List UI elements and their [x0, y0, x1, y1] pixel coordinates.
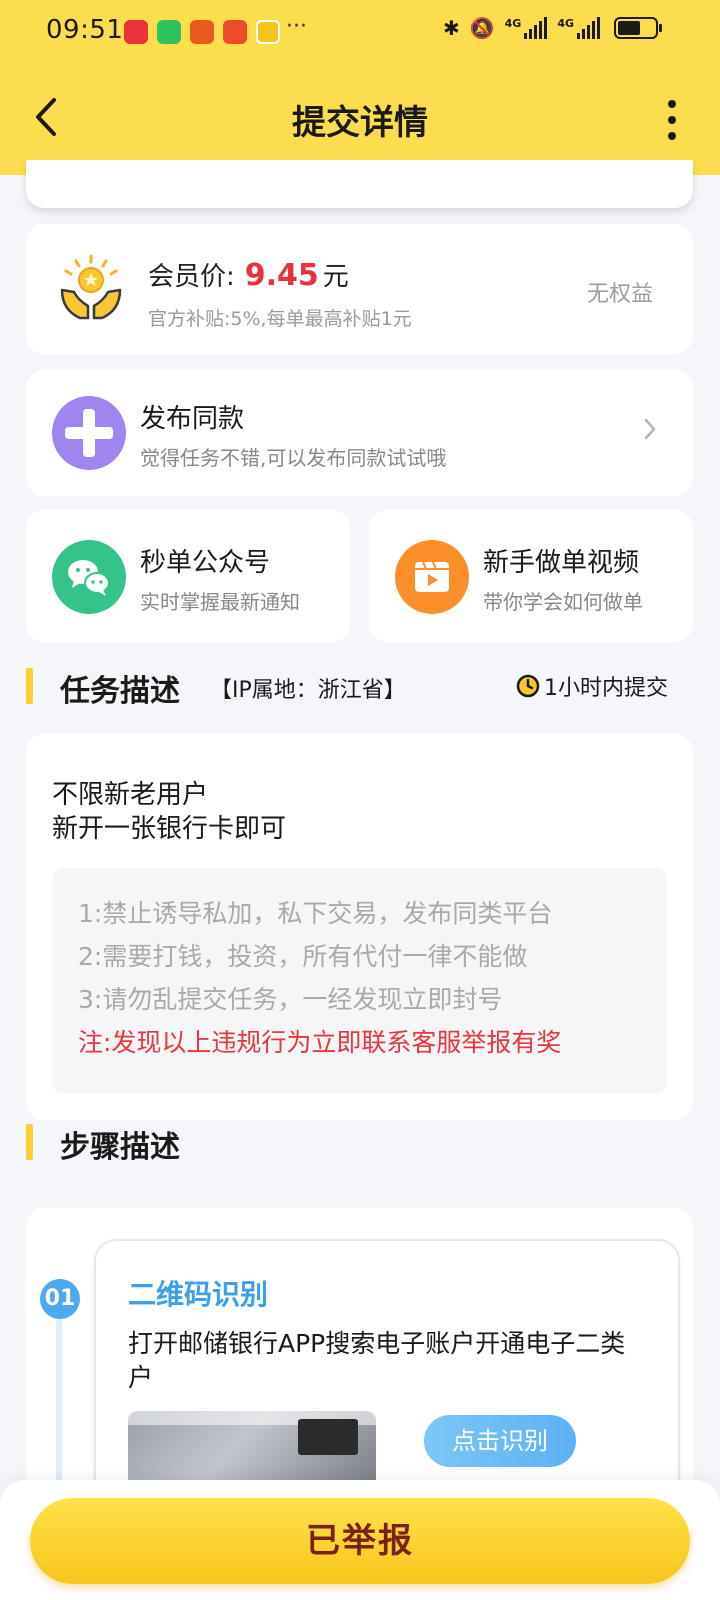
rule-item: 3:请勿乱提交任务，一经发现立即封号 — [78, 985, 503, 1014]
plus-icon — [52, 396, 126, 470]
video-icon — [395, 540, 469, 614]
clock-icon — [516, 674, 540, 698]
more-vertical-icon — [668, 100, 676, 108]
video-notification-icon — [256, 20, 280, 44]
coin-hands-icon — [60, 254, 122, 320]
wechat-card-subtitle: 实时掌握最新通知 — [140, 590, 300, 614]
more-menu-button[interactable] — [664, 100, 680, 140]
page-title: 提交详情 — [292, 103, 428, 143]
publish-same-card[interactable]: 发布同款 觉得任务不错,可以发布同款试试哦 — [26, 370, 693, 496]
task-description-card: 不限新老用户 新开一张银行卡即可 1:禁止诱导私加，私下交易，发布同类平台 2:… — [26, 734, 693, 1120]
wechat-account-card[interactable]: 秒单公众号 实时掌握最新通知 — [26, 510, 350, 642]
recognize-qr-button[interactable]: 点击识别 — [424, 1415, 576, 1467]
rule-item: 2:需要打钱，投资，所有代付一律不能做 — [78, 942, 528, 971]
steps-section-accent — [26, 1124, 33, 1160]
member-price-card: 会员价: 9.45 元 官方补贴:5%,每单最高补贴1元 无权益 — [26, 224, 693, 354]
subsidy-text: 官方补贴:5%,每单最高补贴1元 — [148, 308, 412, 330]
silent-bell-icon: 🔕 — [469, 16, 495, 40]
system-icons: ✱ 🔕 4G 4G — [442, 16, 662, 40]
deadline-info: 1小时内提交 — [516, 670, 668, 702]
page-header: 提交详情 — [0, 62, 720, 175]
step-description: 打开邮储银行APP搜索电子账户开通电子二类户 — [128, 1329, 626, 1392]
tutorial-video-card[interactable]: 新手做单视频 带你学会如何做单 — [369, 510, 693, 642]
bottom-action-bar: 已举报 — [0, 1480, 720, 1600]
app-notification-icon — [124, 20, 148, 44]
notification-icons — [124, 20, 280, 44]
step-timeline — [56, 1300, 62, 1500]
deadline-text: 1小时内提交 — [544, 676, 668, 701]
shopping-notification-icon — [223, 20, 247, 44]
task-line: 不限新老用户 — [52, 780, 209, 810]
status-time: 09:51 — [46, 15, 124, 45]
wechat-card-title: 秒单公众号 — [140, 548, 271, 578]
ip-location: 【IP属地：浙江省】 — [210, 678, 406, 703]
report-warning: 注:发现以上违规行为立即联系客服举报有奖 — [78, 1028, 562, 1057]
previous-card-edge — [26, 160, 693, 208]
task-section-title: 任务描述 — [60, 674, 180, 709]
task-section-accent — [26, 668, 33, 704]
wechat-icon — [52, 540, 126, 614]
member-price-value: 9.45 — [244, 258, 319, 293]
wechat-notification-icon — [157, 20, 181, 44]
signal-1-icon: 4G — [505, 17, 548, 39]
member-price-unit: 元 — [322, 262, 349, 292]
game-notification-icon — [190, 20, 214, 44]
video-card-subtitle: 带你学会如何做单 — [483, 590, 643, 614]
chevron-right-icon — [644, 418, 656, 440]
rules-box: 1:禁止诱导私加，私下交易，发布同类平台 2:需要打钱，投资，所有代付一律不能做… — [52, 868, 667, 1094]
top-header-region: 09:51 ··· ✱ 🔕 4G 4G 提交详情 — [0, 0, 720, 175]
step-title: 二维码识别 — [128, 1278, 269, 1311]
no-benefit-text: 无权益 — [586, 282, 653, 307]
bluetooth-icon: ✱ — [442, 16, 460, 40]
steps-section-title: 步骤描述 — [60, 1130, 180, 1165]
publish-subtitle: 觉得任务不错,可以发布同款试试哦 — [140, 446, 447, 470]
battery-icon — [614, 17, 662, 39]
member-price-label: 会员价: — [148, 262, 235, 292]
task-line: 新开一张银行卡即可 — [52, 814, 287, 844]
rule-item: 1:禁止诱导私加，私下交易，发布同类平台 — [78, 899, 553, 928]
publish-title: 发布同款 — [140, 404, 245, 434]
step-number-badge: 01 — [40, 1279, 80, 1319]
task-description-text: 不限新老用户 新开一张银行卡即可 — [52, 778, 286, 846]
member-price-line: 会员价: 9.45 元 — [148, 256, 349, 293]
signal-2-icon: 4G — [557, 17, 600, 39]
status-bar: 09:51 ··· ✱ 🔕 4G 4G — [0, 0, 720, 62]
reported-button[interactable]: 已举报 — [30, 1498, 690, 1584]
video-card-title: 新手做单视频 — [483, 548, 640, 578]
more-notifications-indicator: ··· — [286, 14, 307, 39]
